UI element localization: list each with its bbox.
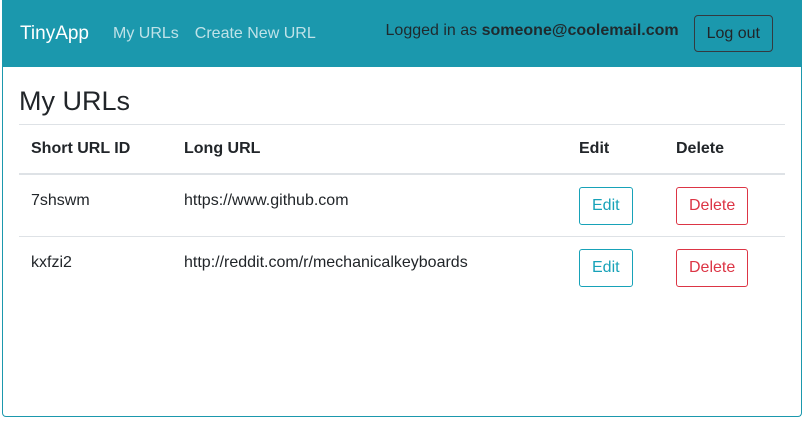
delete-cell: Delete: [664, 173, 785, 237]
edit-button[interactable]: Edit: [579, 249, 633, 287]
delete-button[interactable]: Delete: [676, 249, 749, 287]
login-status: Logged in as someone@coolemail.com: [386, 22, 679, 40]
header-edit: Edit: [567, 124, 664, 175]
app-frame: TinyApp My URLs Create New URL Logged in…: [2, 0, 802, 417]
table-row: 7shswm https://www.github.com Edit Delet…: [19, 173, 785, 237]
nav-link-create-new-url[interactable]: Create New URL: [195, 25, 316, 43]
page-title: My URLs: [19, 86, 131, 116]
short-url-id: kxfzi2: [31, 254, 72, 271]
delete-button[interactable]: Delete: [676, 186, 749, 225]
short-url-id: 7shswm: [19, 173, 172, 237]
table-header-row: Short URL ID Long URL Edit Delete: [19, 124, 785, 175]
edit-cell: Edit: [567, 237, 664, 300]
brand-link[interactable]: TinyApp: [20, 23, 89, 45]
navbar: TinyApp My URLs Create New URL Logged in…: [3, 0, 801, 67]
long-url: http://reddit.com/r/mechanicalkeyboards: [184, 254, 468, 271]
edit-button[interactable]: Edit: [579, 186, 633, 225]
header-long-url: Long URL: [172, 124, 567, 175]
long-url: https://www.github.com: [172, 173, 567, 237]
logout-button[interactable]: Log out: [693, 15, 773, 52]
edit-cell: Edit: [567, 173, 664, 237]
login-email: someone@coolemail.com: [481, 21, 679, 39]
login-prefix: Logged in as: [385, 21, 482, 39]
header-delete: Delete: [664, 124, 785, 175]
header-short-url-id: Short URL ID: [19, 124, 172, 175]
urls-table: Short URL ID Long URL Edit Delete 7shswm…: [19, 124, 785, 300]
delete-cell: Delete: [664, 237, 785, 300]
table-row: kxfzi2 http://reddit.com/r/mechanicalkey…: [19, 237, 785, 300]
nav-link-my-urls[interactable]: My URLs: [113, 25, 179, 43]
main-content: My URLs Short URL ID Long URL Edit Delet…: [3, 86, 801, 300]
